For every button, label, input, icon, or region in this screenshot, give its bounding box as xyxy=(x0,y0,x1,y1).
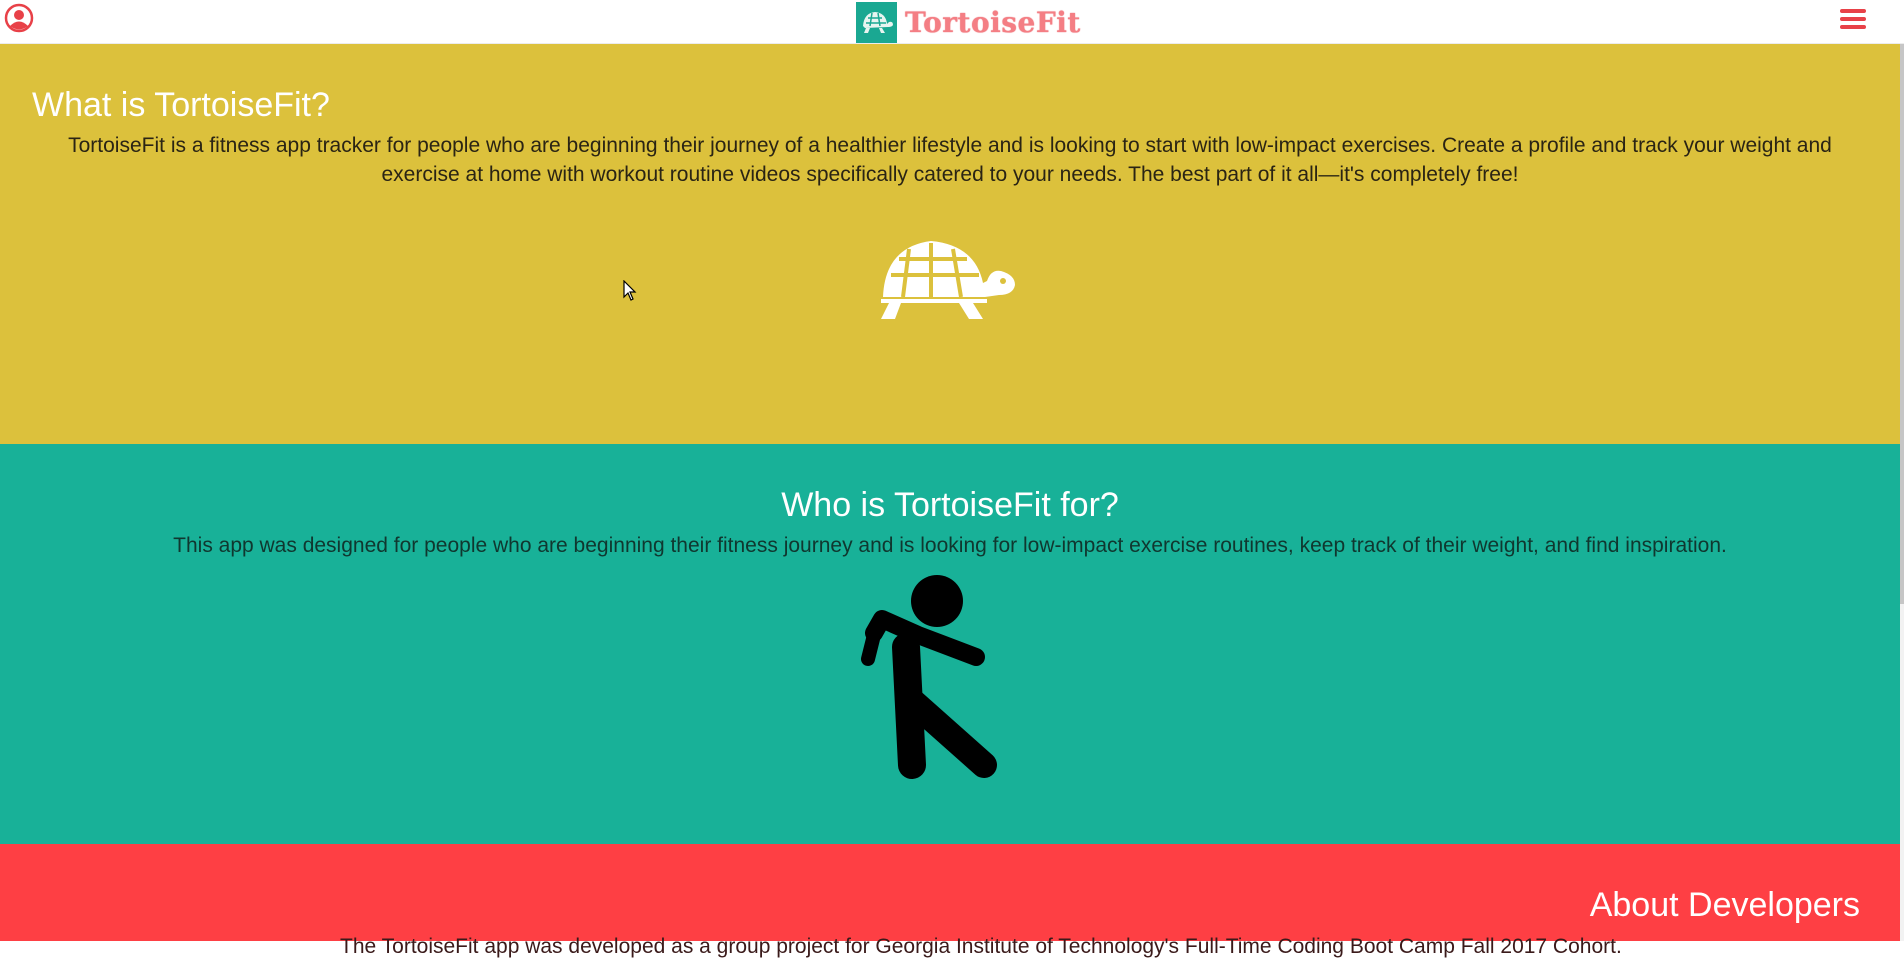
user-circle-icon xyxy=(4,3,34,33)
what-section-title: What is TortoiseFit? xyxy=(32,86,330,124)
hamburger-menu-button[interactable] xyxy=(1838,5,1868,35)
top-navbar: TortoiseFit xyxy=(0,0,1904,44)
about-developers-text: The TortoiseFit app was developed as a g… xyxy=(340,935,1622,958)
about-developers-section: About Developers The TortoiseFit app was… xyxy=(0,844,1900,958)
hamburger-menu-icon xyxy=(1840,9,1866,13)
brand-name: TortoiseFit xyxy=(905,5,1081,39)
turtle-logo-icon xyxy=(856,1,897,43)
page-scrollbar-thumb[interactable] xyxy=(1900,44,1904,604)
who-section: Who is TortoiseFit for? This app was des… xyxy=(0,444,1900,844)
walking-person-icon xyxy=(861,575,997,779)
about-developers-title: About Developers xyxy=(1589,886,1860,924)
mouse-cursor-icon xyxy=(623,280,637,301)
brand-home-link[interactable]: TortoiseFit xyxy=(856,1,1081,43)
what-section-text: TortoiseFit is a fitness app tracker for… xyxy=(68,134,1832,186)
who-section-title: Who is TortoiseFit for? xyxy=(781,486,1119,524)
user-profile-button[interactable] xyxy=(4,3,34,33)
what-section: What is TortoiseFit? TortoiseFit is a fi… xyxy=(0,44,1900,444)
who-section-text: This app was designed for people who are… xyxy=(173,534,1727,557)
turtle-icon xyxy=(881,241,1015,319)
